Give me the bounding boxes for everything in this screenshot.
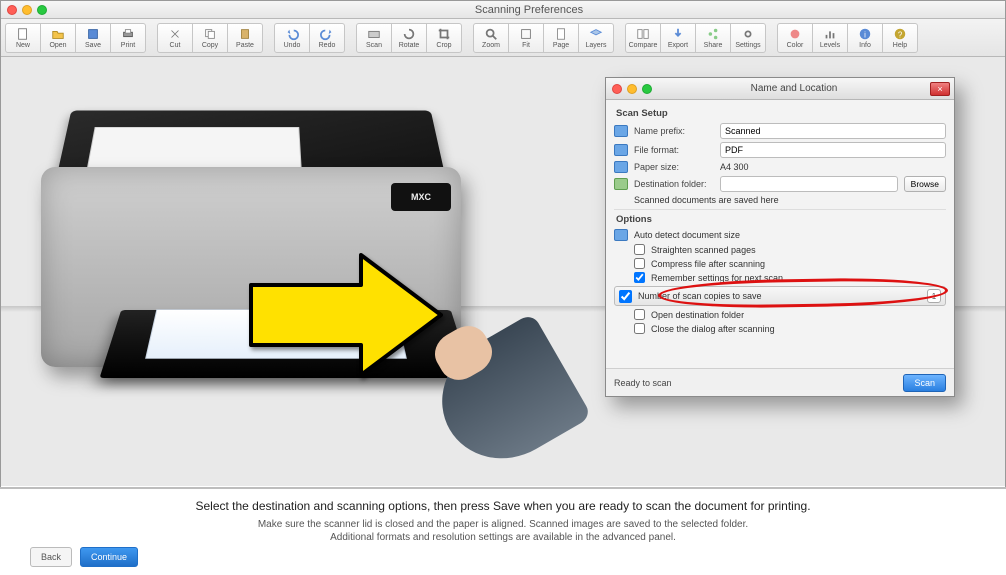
tool-share-button[interactable]: Share: [695, 23, 731, 53]
tool-crop-button[interactable]: Crop: [426, 23, 462, 53]
format-input[interactable]: [720, 142, 946, 158]
window-title-bar: Scanning Preferences: [1, 1, 1005, 19]
tool-info-button[interactable]: iInfo: [847, 23, 883, 53]
svg-text:i: i: [864, 30, 866, 39]
tool-undo-button[interactable]: Undo: [274, 23, 310, 53]
scanner-brand-label: MXC: [391, 183, 451, 211]
caption-heading: Select the destination and scanning opti…: [30, 499, 976, 513]
location-label: Destination folder:: [634, 179, 714, 189]
opt-compress: Compress file after scanning: [651, 259, 946, 269]
caption-line-2: Additional formats and resolution settin…: [30, 532, 976, 543]
tool-cut-button[interactable]: Cut: [157, 23, 193, 53]
dialog-close-icon[interactable]: [612, 84, 622, 94]
opt-copies-checkbox[interactable]: [619, 290, 632, 303]
tool-redo-button[interactable]: Redo: [309, 23, 345, 53]
format-icon: [614, 144, 628, 156]
opt-openfolder: Open destination folder: [651, 310, 946, 320]
opt-autodetect: Auto detect document size: [634, 230, 946, 240]
tool-export-button[interactable]: Export: [660, 23, 696, 53]
continue-button[interactable]: Continue: [80, 547, 138, 567]
tutorial-caption: Select the destination and scanning opti…: [0, 487, 1006, 575]
tool-fit-button[interactable]: Fit: [508, 23, 544, 53]
location-summary: Scanned documents are saved here: [634, 195, 946, 205]
highlighted-option-row[interactable]: Number of scan copies to save 1: [614, 286, 946, 306]
tool-levels-button[interactable]: Levels: [812, 23, 848, 53]
dialog-minimize-icon[interactable]: [627, 84, 637, 94]
size-value: A4 300: [720, 162, 946, 172]
doc-icon: [614, 125, 628, 137]
opt-closedlg-checkbox[interactable]: [634, 323, 645, 334]
tool-settings-button[interactable]: Settings: [730, 23, 766, 53]
opt-straighten: Straighten scanned pages: [651, 245, 946, 255]
dialog-title: Name and Location: [658, 83, 930, 94]
tool-color-button[interactable]: Color: [777, 23, 813, 53]
opt-icon: [614, 229, 628, 241]
tool-page-button[interactable]: Page: [543, 23, 579, 53]
tool-new-button[interactable]: New: [5, 23, 41, 53]
copies-stepper[interactable]: 1: [927, 289, 941, 303]
tool-scan-button[interactable]: Scan: [356, 23, 392, 53]
prefix-input[interactable]: [720, 123, 946, 139]
tool-copy-button[interactable]: Copy: [192, 23, 228, 53]
format-label: File format:: [634, 145, 714, 155]
tool-help-button[interactable]: ?Help: [882, 23, 918, 53]
caption-line-1: Make sure the scanner lid is closed and …: [30, 519, 976, 530]
dialog-status: Ready to scan: [614, 378, 672, 388]
window-title: Scanning Preferences: [53, 4, 1005, 16]
svg-text:?: ?: [898, 30, 903, 39]
opt-copies-label: Number of scan copies to save: [638, 291, 921, 301]
minimize-icon[interactable]: [22, 5, 32, 15]
dialog-section-options: Options: [616, 214, 946, 225]
arrow-annotation-icon: [241, 245, 451, 385]
opt-openfolder-checkbox[interactable]: [634, 309, 645, 320]
scan-button[interactable]: Scan: [903, 374, 946, 392]
dialog-maximize-icon[interactable]: [642, 84, 652, 94]
scan-settings-dialog: Name and Location × Scan Setup Name pref…: [605, 77, 955, 397]
close-icon[interactable]: [7, 5, 17, 15]
dialog-x-button[interactable]: ×: [930, 82, 950, 96]
back-button[interactable]: Back: [30, 547, 72, 567]
dialog-title-bar[interactable]: Name and Location ×: [606, 78, 954, 100]
tool-paste-button[interactable]: Paste: [227, 23, 263, 53]
tool-layers-button[interactable]: Layers: [578, 23, 614, 53]
prefix-label: Name prefix:: [634, 126, 714, 136]
browse-button[interactable]: Browse: [904, 176, 946, 192]
location-input[interactable]: [720, 176, 898, 192]
size-label: Paper size:: [634, 162, 714, 172]
opt-remember-checkbox[interactable]: [634, 272, 645, 283]
maximize-icon[interactable]: [37, 5, 47, 15]
main-content: MXC Name and Location × Scan Setup Name …: [1, 57, 1005, 486]
tool-compare-button[interactable]: Compare: [625, 23, 661, 53]
tool-open-button[interactable]: Open: [40, 23, 76, 53]
window-controls: [1, 5, 53, 15]
size-icon: [614, 161, 628, 173]
opt-straighten-checkbox[interactable]: [634, 244, 645, 255]
tool-zoom-button[interactable]: Zoom: [473, 23, 509, 53]
opt-compress-checkbox[interactable]: [634, 258, 645, 269]
opt-remember: Remember settings for next scan: [651, 273, 946, 283]
tool-save-button[interactable]: Save: [75, 23, 111, 53]
opt-closedlg: Close the dialog after scanning: [651, 324, 946, 334]
dialog-section-setup: Scan Setup: [616, 108, 946, 119]
main-toolbar: New Open Save Print Cut Copy Paste Undo …: [1, 19, 1005, 57]
folder-icon: [614, 178, 628, 190]
tool-rotate-button[interactable]: Rotate: [391, 23, 427, 53]
tool-print-button[interactable]: Print: [110, 23, 146, 53]
